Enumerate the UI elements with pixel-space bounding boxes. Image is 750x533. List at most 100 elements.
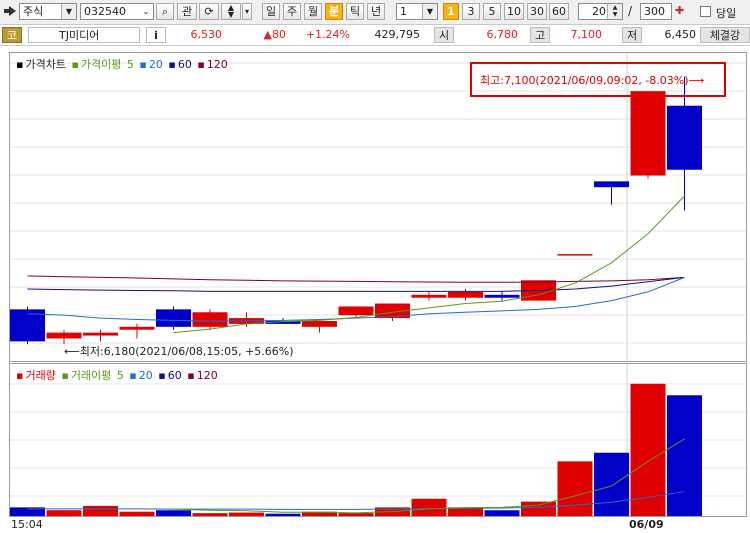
- trade-volume: 429,795: [374, 28, 421, 41]
- candle-body: [119, 326, 155, 330]
- chevron-down-icon: ▼: [227, 10, 235, 19]
- period-day[interactable]: 일: [262, 3, 280, 20]
- ma60-line: [27, 276, 685, 292]
- search-button[interactable]: ⌕: [156, 3, 174, 20]
- code-badge[interactable]: 코: [2, 27, 22, 43]
- info-row: 코 TJ미디어 i 6,530 ▲80 +1.24% 429,795 시 6,7…: [0, 25, 750, 46]
- chevron-down-icon: ▼: [422, 4, 437, 19]
- interval-3[interactable]: 3: [462, 3, 480, 20]
- toolbar: 주식 ▼ 032540 ⌄ ⌕ 관 ⟳ ▲ ▼ ▾ 일 주 월 분 틱 년 1 ▼…: [0, 0, 750, 25]
- volume-ma-marker: ▪: [61, 369, 69, 382]
- volume-ma-20: 20: [138, 369, 153, 382]
- candle-body: [594, 181, 629, 188]
- period-tick[interactable]: 틱: [346, 3, 364, 20]
- price-legend-marker: ▪: [16, 58, 24, 71]
- volume-ma-60: 60: [167, 369, 182, 382]
- period-week[interactable]: 주: [283, 3, 301, 20]
- count-stepper[interactable]: 20 ▲ ▼: [578, 3, 623, 20]
- favorite-button[interactable]: 관: [177, 3, 197, 20]
- volume-ma-60-marker: ▪: [158, 369, 166, 382]
- market-select[interactable]: 주식 ▼: [19, 3, 77, 20]
- volume-ma-120-marker: ▪: [187, 369, 195, 382]
- market-select-value: 주식: [23, 5, 44, 18]
- volume-bar: [484, 510, 520, 516]
- open-price: 6,780: [486, 28, 519, 41]
- high-price: 7,100: [570, 28, 603, 41]
- period-month[interactable]: 월: [304, 3, 322, 20]
- low-price: 6,450: [664, 28, 697, 41]
- volume-bar: [411, 498, 447, 516]
- price-ma-120-marker: ▪: [197, 58, 205, 71]
- candle-body: [630, 91, 666, 176]
- price-chart-svg: [10, 53, 746, 361]
- interval-5[interactable]: 5: [483, 3, 501, 20]
- price-ma-5: 5: [126, 58, 134, 71]
- interval-select-value: 1: [400, 5, 407, 18]
- refresh-icon: ⟳: [204, 5, 214, 18]
- volume-bar: [156, 510, 191, 516]
- low-annotation: ⟵최저:6,180(2021/06/08,15:05, +5.66%): [64, 345, 294, 358]
- stock-name: TJ미디어: [28, 27, 140, 43]
- candle-body: [484, 294, 520, 298]
- volume-chart-svg: [10, 364, 746, 516]
- volume-ma-title: 거래이평: [70, 369, 112, 382]
- price-ma-20: 20: [148, 58, 163, 71]
- candle-body: [667, 105, 702, 170]
- price-ma-marker: ▪: [71, 58, 79, 71]
- price-ma-60: 60: [177, 58, 192, 71]
- interval-1[interactable]: 1: [443, 3, 459, 20]
- candle-body: [338, 306, 374, 316]
- time-axis-start: 15:04: [11, 518, 43, 531]
- price-change: ▲80: [263, 28, 286, 41]
- interval-30[interactable]: 30: [527, 3, 547, 20]
- updown-stepper[interactable]: ▲ ▼: [221, 3, 241, 20]
- candle-body: [411, 294, 447, 298]
- interval-select[interactable]: 1 ▼: [396, 3, 438, 20]
- volume-legend-title: 거래량: [25, 369, 56, 382]
- count-slash: /: [628, 4, 633, 18]
- period-minute[interactable]: 분: [325, 3, 343, 20]
- volume-bar: [83, 505, 118, 516]
- period-year[interactable]: 년: [367, 3, 385, 20]
- volume-chart-pane[interactable]: ▪ 거래량 ▪ 거래이평 5 ▪ 20 ▪ 60 ▪ 120: [9, 363, 747, 517]
- chevron-down-icon: ⌄: [139, 4, 153, 19]
- today-checkbox[interactable]: [700, 6, 711, 17]
- price-ma-20-marker: ▪: [139, 58, 147, 71]
- price-ma-120: 120: [206, 58, 228, 71]
- price-ma-60-marker: ▪: [168, 58, 176, 71]
- price-ma-title: 가격이평: [80, 58, 122, 71]
- search-icon: ⌕: [161, 5, 169, 18]
- price-chart-pane[interactable]: ▪ 가격차트 ▪ 가격이평 5 ▪ 20 ▪ 60 ▪ 120 ⟵최저:6,180(202…: [9, 52, 747, 362]
- volume-ma-120: 120: [196, 369, 218, 382]
- volume-bar: [229, 512, 264, 516]
- volume-bar: [46, 510, 82, 516]
- interval-10[interactable]: 10: [504, 3, 524, 20]
- interval-60[interactable]: 60: [549, 3, 569, 20]
- volume-bar: [667, 395, 702, 516]
- pin-icon[interactable]: [4, 6, 16, 16]
- volume-legend: ▪ 거래량 ▪ 거래이평 5 ▪ 20 ▪ 60 ▪ 120: [16, 367, 220, 383]
- volume-legend-marker: ▪: [16, 369, 24, 382]
- code-input[interactable]: 032540 ⌄: [80, 3, 154, 20]
- volume-bar: [265, 513, 301, 516]
- volume-bar: [521, 501, 556, 516]
- volume-bar: [338, 513, 374, 516]
- candle-body: [448, 291, 483, 298]
- volume-bar: [630, 383, 666, 516]
- price-change-pct: +1.24%: [305, 28, 350, 41]
- candle-body: [156, 309, 191, 327]
- volume-ma-5: 5: [116, 369, 124, 382]
- volume-bar: [119, 511, 155, 516]
- refresh-button[interactable]: ⟳: [199, 3, 219, 20]
- high-label: 고: [530, 27, 550, 43]
- current-price: 6,530: [190, 28, 223, 41]
- count-stepper-value: 20: [592, 5, 606, 18]
- more-button[interactable]: ▾: [242, 3, 252, 20]
- left-strip: [0, 46, 9, 533]
- settings-grid-icon[interactable]: ✚: [675, 4, 689, 19]
- total-input[interactable]: 300: [640, 3, 672, 20]
- volume-bar: [594, 452, 629, 516]
- candle-body: [557, 254, 593, 256]
- candle-body: [192, 312, 228, 327]
- info-button[interactable]: i: [146, 27, 166, 43]
